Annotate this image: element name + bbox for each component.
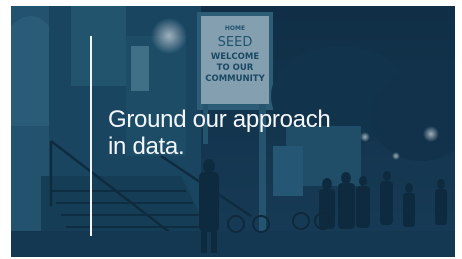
accent-divider	[90, 36, 92, 236]
headline-line-1: Ground our approach	[108, 106, 331, 133]
headline-line-2: in data.	[108, 133, 185, 160]
hero-slide: HOME SEED WELCOME TO OUR COMMUNITY Groun…	[11, 6, 455, 257]
slide-headline: Ground our approach in data.	[108, 106, 428, 160]
